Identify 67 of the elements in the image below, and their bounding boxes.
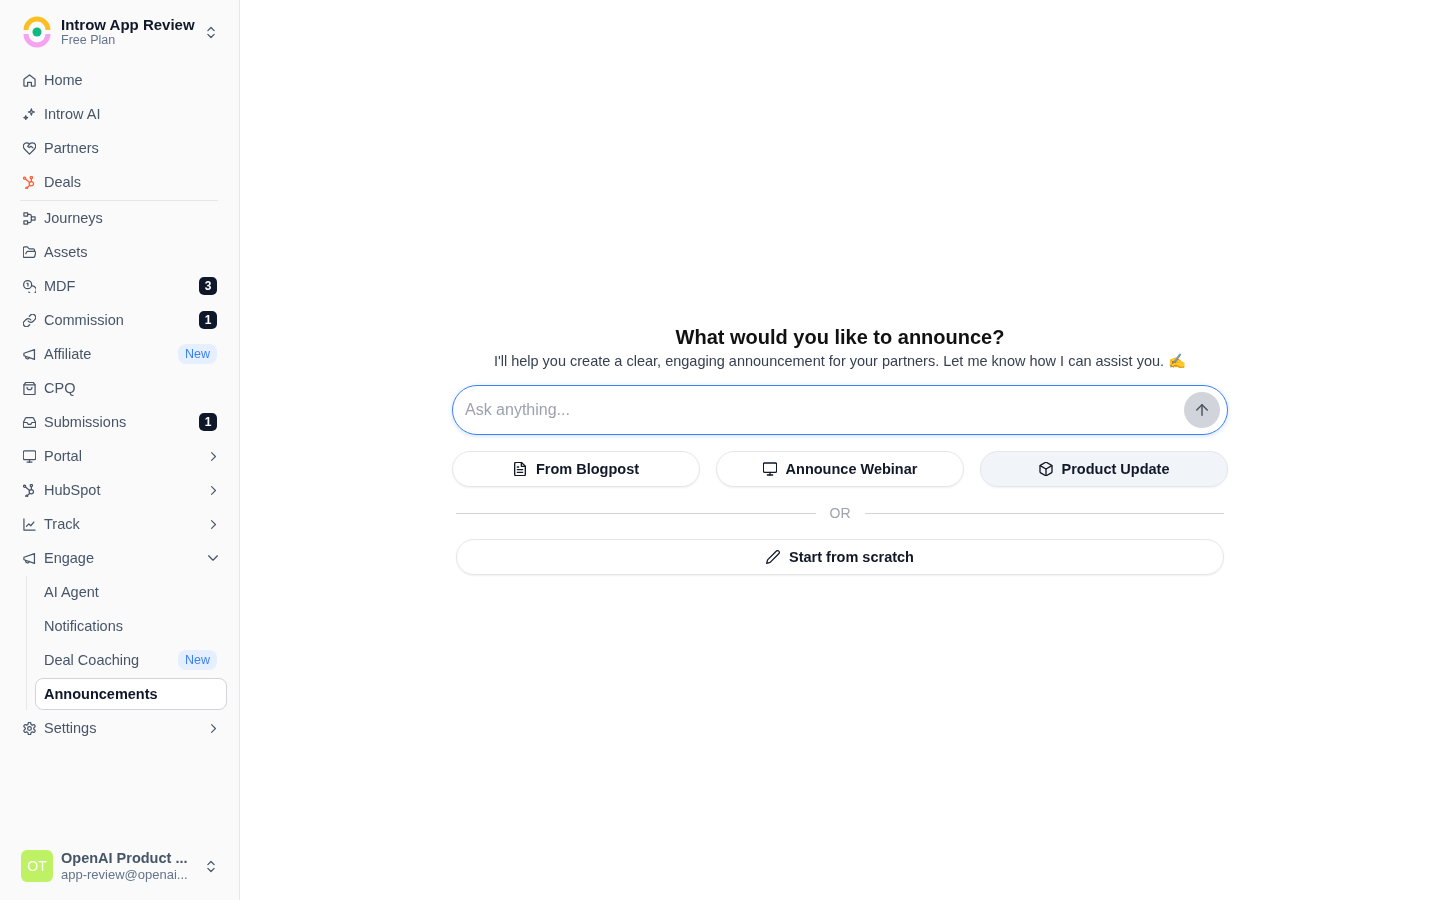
user-email: app-review@openai... [61,866,188,883]
chevron-right-icon[interactable] [211,519,216,529]
nav-item[interactable]: Home [12,64,227,96]
chain-link-icon [23,313,36,327]
arrow-up-icon [1196,404,1208,416]
cube-icon [1038,462,1053,476]
nav-item[interactable]: Settings [12,712,227,744]
chevron-down-icon[interactable] [208,555,218,561]
workspace-name: Introw App Review [61,16,195,33]
chevron-right-icon[interactable] [211,485,216,495]
count-badge: 1 [199,311,217,329]
megaphone-icon [23,551,36,565]
subtitle-text: I'll help you create a clear, engaging announcement for your partners. Let me know how I can assist you. ✍ [493,352,1187,371]
sparkle-icon [23,107,36,121]
separator-text: OR [828,505,852,521]
pencil-icon [766,550,781,564]
sprocket-icon [23,483,36,497]
line-chart-icon [23,517,36,531]
nav-item[interactable]: Notifications [35,610,227,642]
count-badge: 3 [199,277,217,295]
plan-label: Free Plan [61,33,117,48]
document-icon [512,462,527,476]
nav-item[interactable]: AI Agent [35,576,227,608]
nav-item[interactable]: Assets [12,236,227,268]
chevron-right-icon[interactable] [211,723,216,733]
chat-input[interactable]: Ask anything... [452,385,1228,435]
monitor-icon [23,449,36,463]
nav-item[interactable]: Portal [12,440,227,472]
nav-item[interactable]: MDF 3 [12,270,227,302]
megaphone-icon [23,347,36,361]
start-from-scratch-button[interactable]: Start from scratch [456,539,1224,575]
logo-icon [21,16,53,48]
quick-action-button[interactable]: Announce Webinar [716,451,964,487]
folder-icon [23,245,36,259]
nav-item[interactable]: Deal Coaching New [35,644,227,676]
chevron-up-down-icon[interactable] [206,25,216,39]
monitor-icon [762,462,777,476]
quick-action-button[interactable]: Product Update [980,451,1228,487]
quick-action-button[interactable]: From Blogpost [452,451,700,487]
chevron-up-down-icon[interactable] [206,859,216,873]
settings-icon [23,721,36,735]
nav-item[interactable]: CPQ [12,372,227,404]
user-name: OpenAI Product ... [61,849,188,867]
new-badge: New [178,344,217,364]
nav-item[interactable]: Affiliate New [12,338,227,370]
inbox-icon [23,415,36,429]
count-badge: 1 [199,413,217,431]
heading: What would you like to announce? [675,325,1005,349]
nodes-icon [23,211,36,225]
user-avatar: OT [21,850,53,882]
nav-item[interactable]: Engage [12,542,227,574]
home-icon [23,73,36,87]
nav-item[interactable]: HubSpot [12,474,227,506]
bag-icon [23,381,36,395]
nav-item[interactable]: Submissions 1 [12,406,227,438]
nav-item[interactable]: Journeys [12,202,227,234]
nav-item[interactable]: Deals [12,166,227,198]
sprocket-icon [23,175,36,189]
nav-item[interactable]: Commission 1 [12,304,227,336]
nav-item[interactable]: Introw AI [12,98,227,130]
coins-icon [23,279,36,293]
new-badge: New [178,650,217,670]
nav-item[interactable]: Track [12,508,227,540]
chevron-right-icon[interactable] [211,451,216,461]
nav-item[interactable]: Announcements [35,678,227,710]
heart-icon [23,141,36,155]
nav-item[interactable]: Partners [12,132,227,164]
